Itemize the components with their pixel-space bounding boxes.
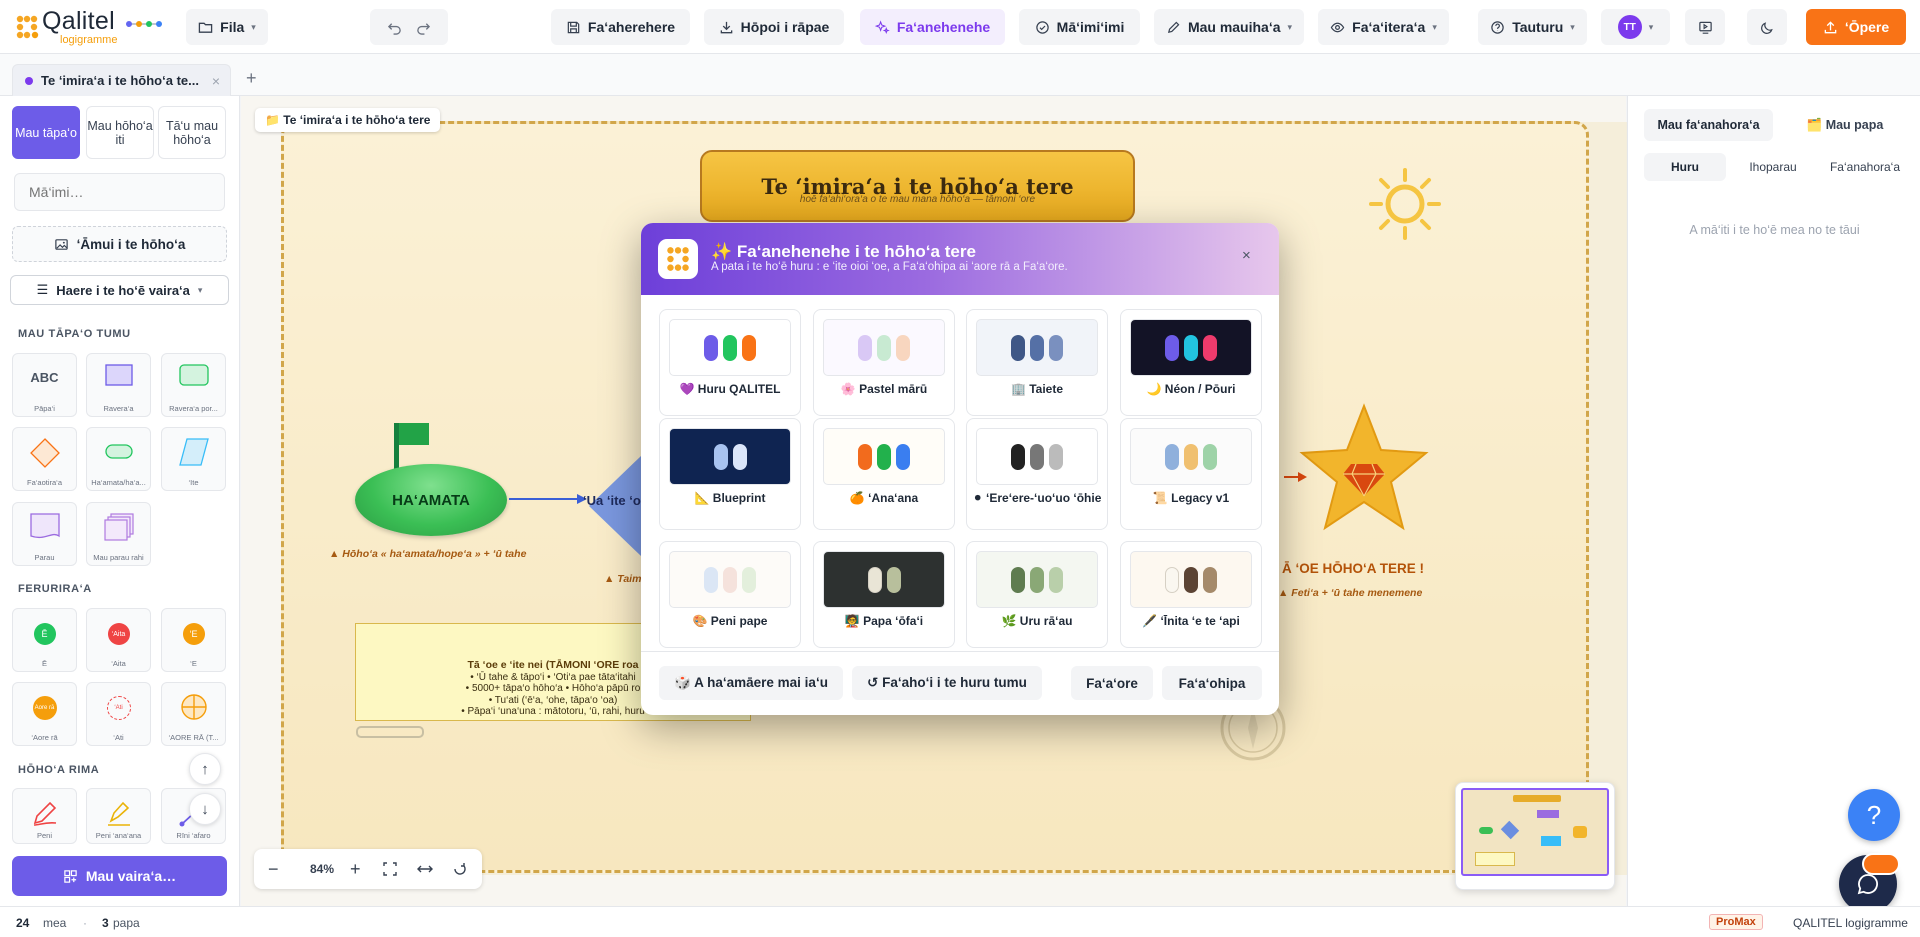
theme-swatch [1049, 566, 1063, 593]
theme-modal: ✨ Fa‘anehenehe i te hōho‘a tere A pata i… [641, 223, 1279, 715]
theme-swatch [1030, 566, 1044, 593]
theme-preview [1130, 551, 1252, 608]
theme-card[interactable]: ⚫ ‘Ere‘ere-‘uo‘uo ‘ōhie [966, 418, 1108, 530]
theme-preview [669, 428, 791, 485]
theme-name: 🎨 Peni pape [692, 614, 768, 628]
theme-swatch [1011, 443, 1025, 470]
theme-card[interactable]: 🌿 Uru rā‘au [966, 541, 1108, 648]
theme-swatch [1011, 334, 1025, 361]
apply-button[interactable]: Fa‘a‘ohipa [1162, 666, 1262, 700]
theme-swatch [896, 443, 910, 470]
modal-subtitle: A pata i te ho‘ē huru : e ‘ite oioi ‘oe,… [711, 261, 1068, 273]
theme-swatch [704, 566, 718, 593]
theme-card[interactable]: 💜 Huru QALITEL [659, 309, 801, 416]
theme-preview [976, 428, 1098, 485]
theme-swatch [1030, 334, 1044, 361]
theme-preview [823, 551, 945, 608]
theme-name: 📜 Legacy v1 [1152, 491, 1230, 505]
theme-card[interactable]: 🌙 Néon / Pōuri [1120, 309, 1262, 416]
theme-swatch [1203, 566, 1217, 593]
theme-preview [823, 428, 945, 485]
close-icon[interactable]: × [1242, 247, 1251, 264]
theme-name: 🌸 Pastel mārū [840, 382, 928, 396]
theme-swatch [1203, 334, 1217, 361]
cancel-button[interactable]: Fa‘a‘ore [1071, 666, 1153, 700]
theme-preview [669, 551, 791, 608]
theme-name: 📐 Blueprint [694, 491, 766, 505]
reset-label: ↺ Fa‘aho‘i i te huru tumu [867, 675, 1027, 690]
theme-preview [1130, 428, 1252, 485]
theme-swatch [713, 443, 728, 470]
theme-card[interactable]: 🖋️ ‘Īnita ‘e te ‘api [1120, 541, 1262, 648]
theme-swatch [1165, 566, 1179, 593]
random-label: 🎲 A ha‘amāere mai ia‘u [674, 675, 828, 690]
theme-swatch [877, 443, 891, 470]
theme-swatch [723, 566, 737, 593]
theme-name: 🖋️ ‘Īnita ‘e te ‘api [1142, 614, 1240, 628]
theme-swatch [742, 566, 756, 593]
theme-preview [976, 319, 1098, 376]
theme-preview [1130, 319, 1252, 376]
apply-label: Fa‘a‘ohipa [1178, 675, 1246, 691]
theme-swatch [723, 334, 737, 361]
theme-card[interactable]: 🌸 Pastel mārū [813, 309, 955, 416]
modal-header: ✨ Fa‘anehenehe i te hōho‘a tere A pata i… [641, 223, 1279, 295]
theme-swatch [858, 443, 872, 470]
theme-swatch [732, 443, 747, 470]
theme-swatch [1011, 566, 1025, 593]
theme-swatch [1165, 443, 1179, 470]
theme-swatch [896, 334, 910, 361]
theme-card[interactable]: 🎨 Peni pape [659, 541, 801, 648]
theme-card[interactable]: 🧑‍🏫 Papa ‘ōfa‘i [813, 541, 955, 648]
theme-name: 🌙 Néon / Pōuri [1146, 382, 1236, 396]
theme-swatch [1184, 334, 1198, 361]
modal-title: ✨ Fa‘anehenehe i te hōho‘a tere [711, 242, 976, 261]
theme-swatch [742, 334, 756, 361]
modal-logo [658, 239, 698, 279]
theme-name: 🍊 ‘Ana‘ana [849, 491, 919, 505]
theme-swatch [1049, 334, 1063, 361]
theme-swatch [877, 334, 891, 361]
theme-preview [823, 319, 945, 376]
theme-name: 💜 Huru QALITEL [679, 382, 781, 396]
theme-swatch [858, 334, 872, 361]
theme-card[interactable]: 📜 Legacy v1 [1120, 418, 1262, 530]
theme-card[interactable]: 🍊 ‘Ana‘ana [813, 418, 955, 530]
theme-name: ⚫ ‘Ere‘ere-‘uo‘uo ‘ōhie [972, 491, 1102, 505]
reset-theme-button[interactable]: ↺ Fa‘aho‘i i te huru tumu [852, 666, 1042, 700]
theme-swatch [867, 566, 882, 593]
modal-divider [641, 651, 1279, 652]
logo-grid-icon [667, 247, 689, 271]
theme-swatch [1049, 443, 1063, 470]
theme-swatch [704, 334, 718, 361]
theme-preview [669, 319, 791, 376]
theme-swatch [1030, 443, 1044, 470]
theme-swatch [1184, 566, 1198, 593]
theme-name: 🏢 Taiete [1010, 382, 1064, 396]
theme-swatch [1203, 443, 1217, 470]
theme-card[interactable]: 🏢 Taiete [966, 309, 1108, 416]
theme-name: 🧑‍🏫 Papa ‘ōfa‘i [844, 614, 924, 628]
theme-swatch [886, 566, 901, 593]
theme-name: 🌿 Uru rā‘au [1001, 614, 1073, 628]
cancel-label: Fa‘a‘ore [1086, 675, 1138, 691]
theme-swatch [1184, 443, 1198, 470]
theme-swatch [1165, 334, 1179, 361]
theme-preview [976, 551, 1098, 608]
theme-card[interactable]: 📐 Blueprint [659, 418, 801, 530]
random-theme-button[interactable]: 🎲 A ha‘amāere mai ia‘u [659, 666, 843, 700]
